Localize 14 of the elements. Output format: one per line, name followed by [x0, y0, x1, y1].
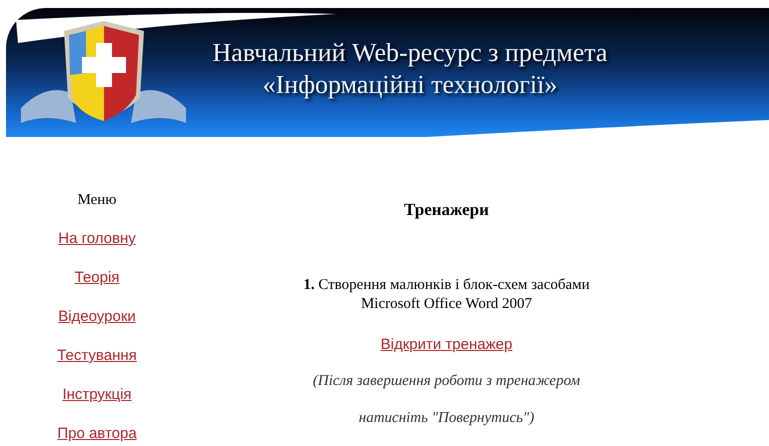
menu-link[interactable]: Відеоуроки [58, 307, 136, 346]
trainer-note: натисніть "Повернутись") [358, 410, 534, 427]
open-trainer-link[interactable]: Відкрити тренажер [380, 336, 512, 353]
page-heading: Тренажери [404, 199, 489, 221]
trainer-description: 1. Створення малюнків і блок-схем засобами Microsoft Office Word 2007 [303, 276, 590, 314]
menu-link[interactable]: Тестування [57, 346, 137, 385]
menu-link[interactable]: Інструкція [62, 385, 132, 424]
trainer-note: (Після завершення роботи з тренажером [312, 373, 580, 390]
menu-link[interactable]: Теорія [74, 268, 120, 307]
site-title: «Інформаційні технології» [262, 68, 558, 100]
menu-link[interactable]: Про автора [57, 424, 137, 446]
site-title: Навчальний Web-ресурс з предмета [212, 36, 608, 68]
menu-title: Меню [77, 191, 117, 210]
menu-link[interactable]: На головну [58, 229, 136, 268]
